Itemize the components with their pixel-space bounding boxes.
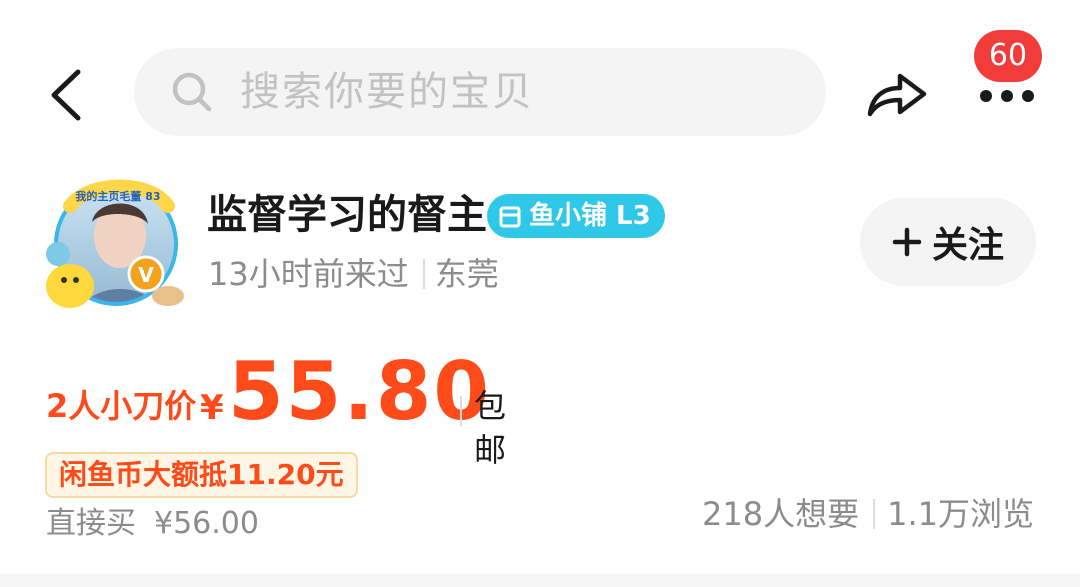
divider bbox=[460, 396, 462, 426]
divider bbox=[422, 259, 425, 289]
price-currency: ¥ bbox=[200, 388, 224, 428]
wants-count: 218人想要 bbox=[702, 495, 860, 533]
item-detail-page: 搜索你要的宝贝 60 V 我的主页毛董 83 监督学习的督主 鱼小铺 L3 13… bbox=[0, 0, 1080, 587]
free-shipping-label: 包邮 bbox=[474, 387, 507, 469]
notification-count-badge: 60 bbox=[974, 30, 1042, 82]
seller-meta: 13小时前来过 东莞 bbox=[208, 252, 499, 296]
more-dots-icon bbox=[980, 90, 992, 102]
divider bbox=[873, 499, 876, 529]
seller-avatar[interactable]: V 我的主页毛董 83 bbox=[40, 176, 190, 316]
verified-v-badge: V bbox=[138, 263, 154, 287]
back-button[interactable] bbox=[44, 66, 88, 124]
avatar-image: V 我的主页毛董 83 bbox=[46, 179, 184, 308]
bargain-price-label: 2人小刀价 bbox=[46, 387, 197, 425]
share-button[interactable] bbox=[864, 66, 930, 122]
follow-label: 关注 bbox=[931, 225, 1004, 266]
shop-badge-label: 鱼小铺 L3 bbox=[529, 201, 651, 231]
direct-buy-label: 直接买 bbox=[46, 506, 136, 541]
avatar-banner-text: 我的主页毛董 83 bbox=[75, 189, 160, 203]
chevron-left-icon bbox=[51, 69, 81, 121]
seller-location: 东莞 bbox=[434, 255, 499, 293]
last-seen-text: 13小时前来过 bbox=[208, 255, 409, 293]
section-divider bbox=[0, 574, 1080, 587]
views-count: 1.1万浏览 bbox=[887, 495, 1034, 533]
search-placeholder: 搜索你要的宝贝 bbox=[240, 69, 534, 115]
direct-buy-price: 直接买 ¥56.00 bbox=[46, 504, 259, 544]
shop-box-icon bbox=[499, 206, 521, 228]
item-stats: 218人想要 1.1万浏览 bbox=[702, 494, 1034, 534]
search-icon bbox=[172, 72, 212, 112]
coin-deduction-badge[interactable]: 闲鱼币大额抵11.20元 bbox=[45, 452, 358, 498]
share-arrow-icon bbox=[867, 73, 927, 117]
more-options-button[interactable] bbox=[976, 76, 1038, 116]
shop-level-badge[interactable]: 鱼小铺 L3 bbox=[487, 194, 665, 238]
plus-icon bbox=[892, 227, 922, 257]
bargain-price: 55.80 bbox=[228, 345, 492, 438]
direct-buy-amount: ¥56.00 bbox=[154, 506, 259, 541]
seller-name[interactable]: 监督学习的督主 bbox=[207, 190, 487, 240]
search-input[interactable]: 搜索你要的宝贝 bbox=[134, 48, 826, 136]
follow-button[interactable]: 关注 bbox=[860, 198, 1036, 286]
